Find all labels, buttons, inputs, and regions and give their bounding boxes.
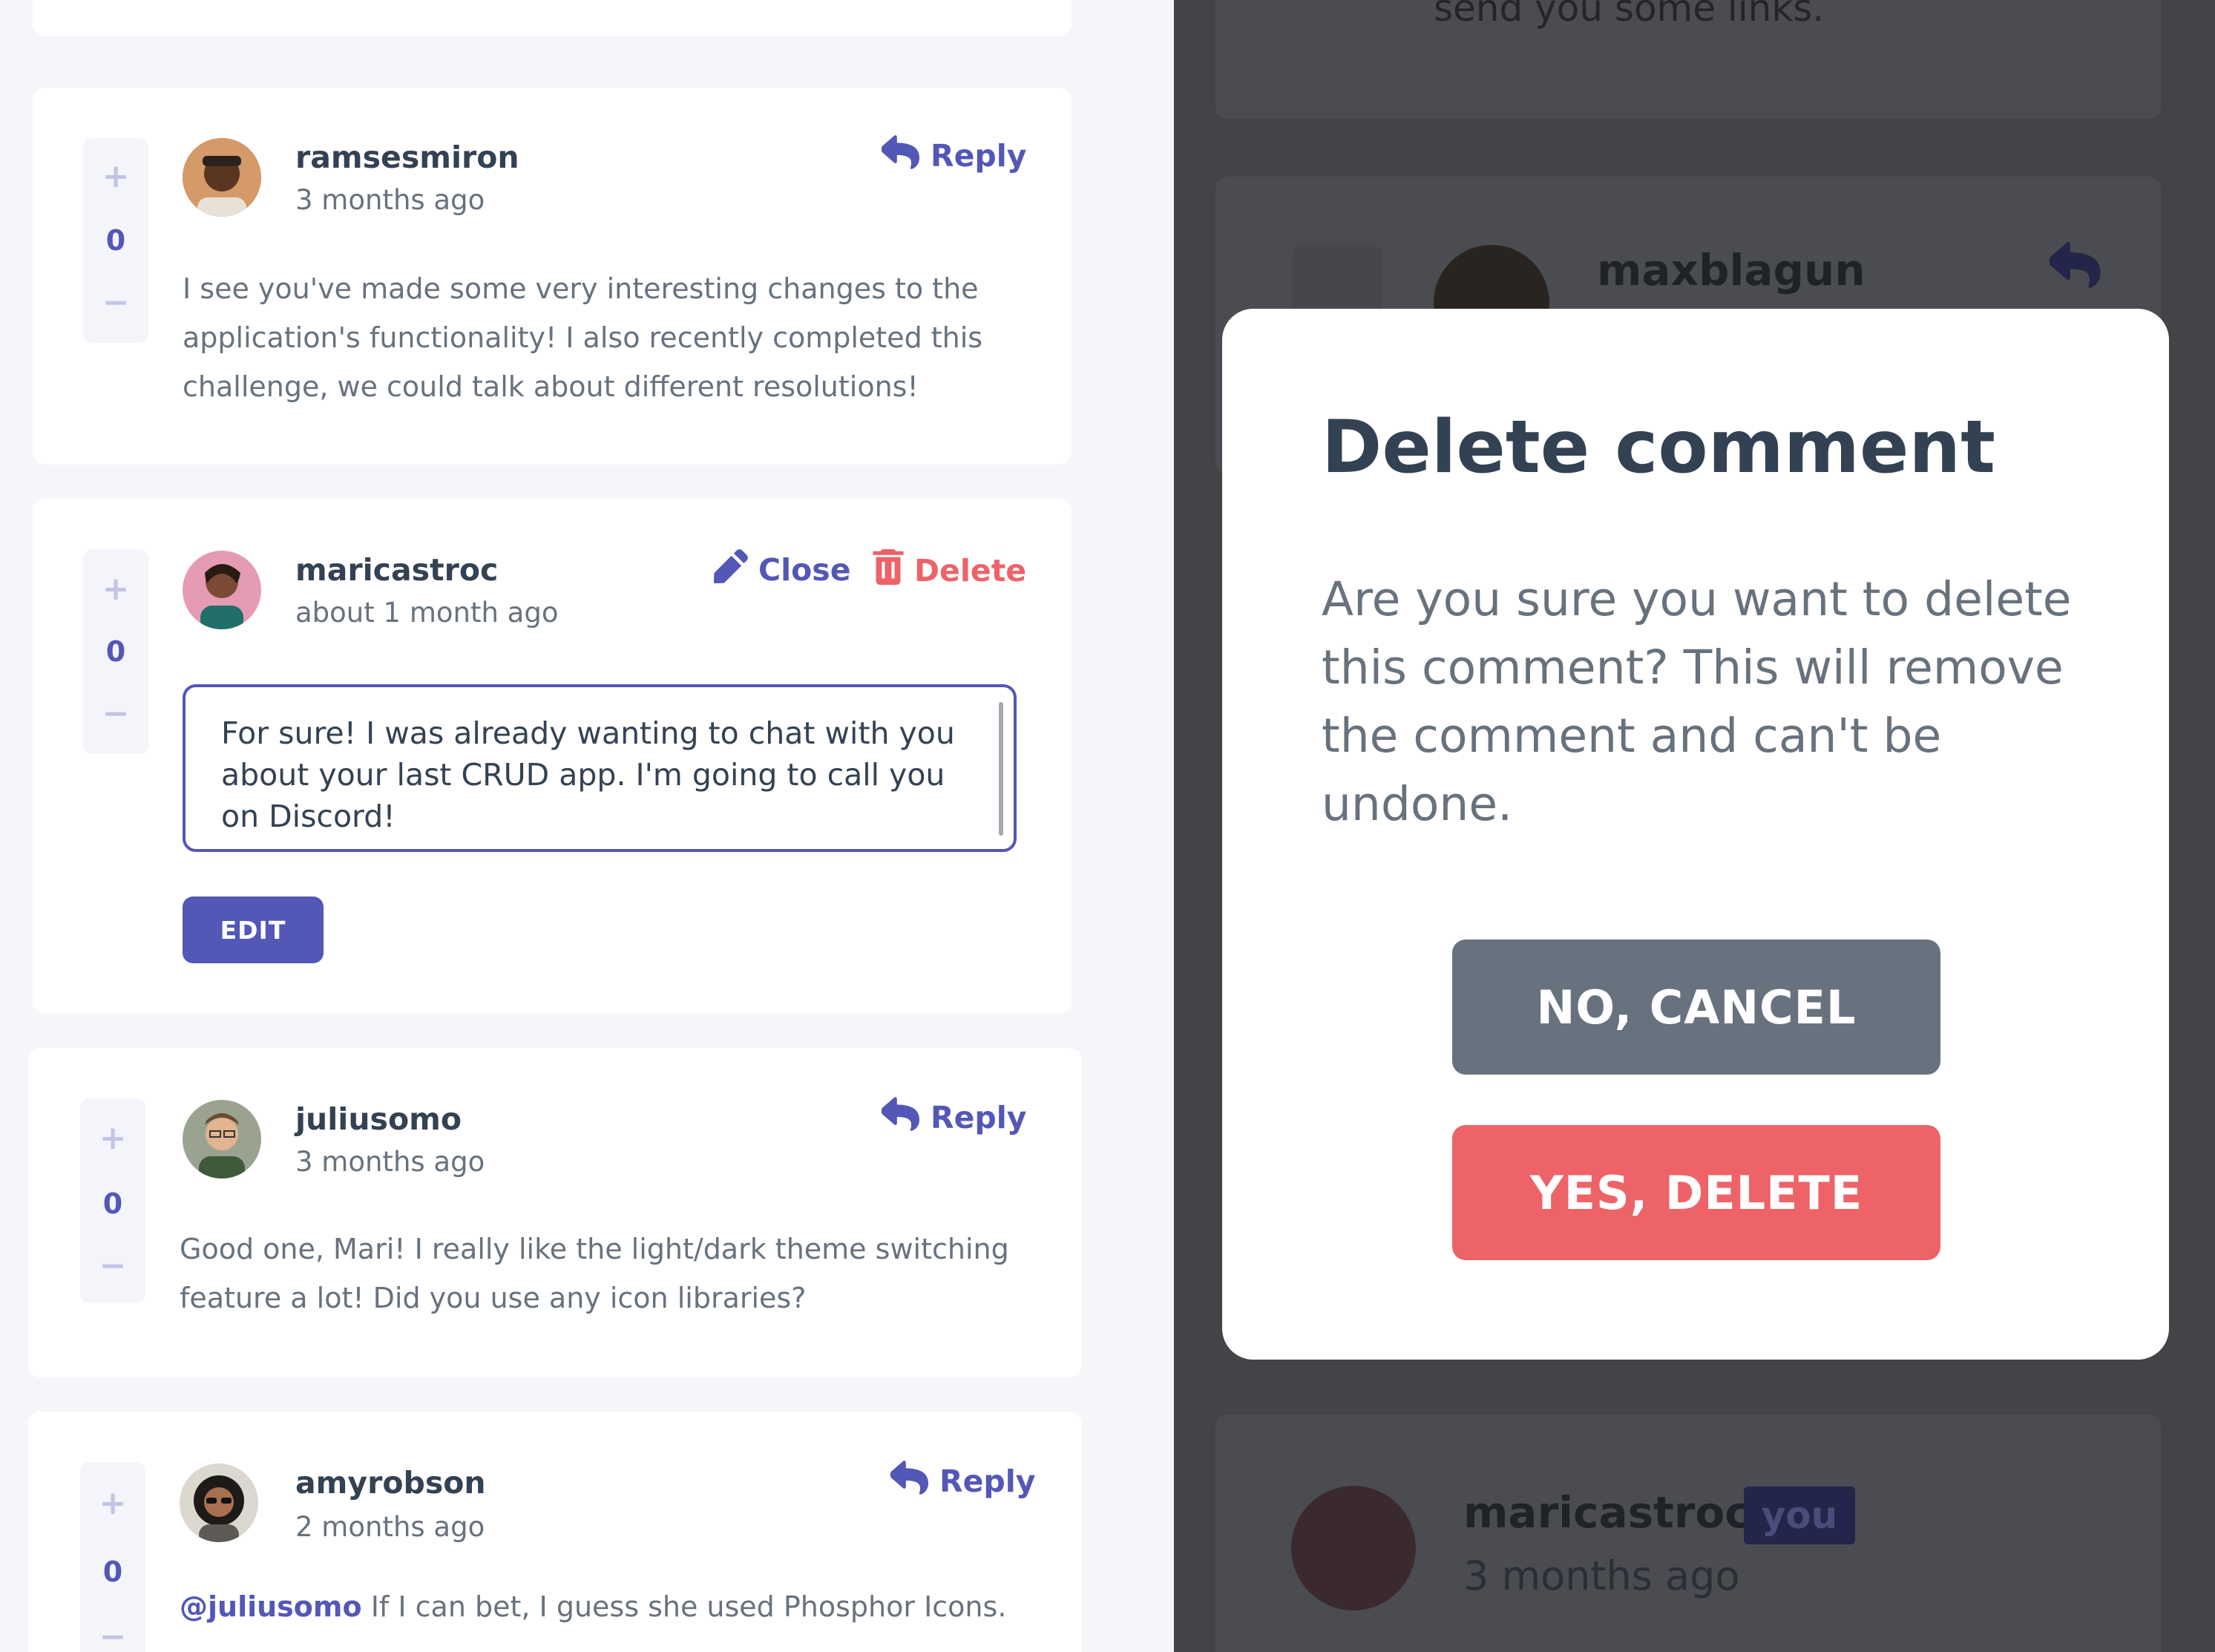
- modal-title: Delete comment: [1322, 405, 1996, 490]
- reply-button[interactable]: Reply: [890, 1461, 1036, 1502]
- reply-label: Reply: [931, 1100, 1027, 1135]
- close-label: Close: [758, 552, 851, 588]
- score-count: 0: [102, 1187, 123, 1220]
- vote-widget: + 0 −: [80, 1098, 145, 1303]
- timestamp: about 1 month ago: [295, 597, 559, 629]
- edit-submit-button[interactable]: EDIT: [183, 897, 324, 963]
- downvote-button[interactable]: −: [83, 698, 148, 730]
- modal-message: Are you sure you want to delete this com…: [1322, 572, 2072, 831]
- avatar[interactable]: [180, 1463, 258, 1542]
- upvote-button[interactable]: +: [83, 160, 148, 193]
- background-timestamp: 3 months ago: [1463, 1553, 1740, 1599]
- background-username: maricastroc: [1463, 1487, 1750, 1538]
- mention-link[interactable]: @juliusomo: [180, 1590, 362, 1623]
- username[interactable]: amyrobson: [295, 1465, 486, 1501]
- score-count: 0: [105, 224, 126, 257]
- avatar[interactable]: [183, 551, 261, 629]
- delete-button[interactable]: Delete: [873, 549, 1026, 592]
- reply-arrow-icon: [881, 135, 920, 177]
- downvote-button[interactable]: −: [83, 286, 148, 319]
- timestamp: 3 months ago: [295, 184, 485, 216]
- username[interactable]: juliusomo: [295, 1101, 462, 1137]
- delete-confirm-modal: Delete comment Are you sure you want to …: [1222, 309, 2169, 1360]
- vote-widget: + 0 −: [83, 549, 148, 754]
- upvote-button[interactable]: +: [80, 1487, 145, 1520]
- close-edit-button[interactable]: Close: [714, 549, 851, 591]
- edit-textarea[interactable]: For sure! I was already wanting to chat …: [183, 684, 1017, 852]
- upvote-button[interactable]: +: [80, 1122, 145, 1155]
- vote-widget: + 0 −: [80, 1462, 145, 1652]
- score-count: 0: [105, 635, 126, 668]
- timestamp: 2 months ago: [295, 1511, 485, 1543]
- comments-panel: + 0 − ramsesmiron 3 months ago Reply I s…: [0, 0, 1174, 1652]
- timestamp: 3 months ago: [295, 1146, 485, 1178]
- score-count: 0: [102, 1556, 123, 1588]
- delete-label: Delete: [914, 553, 1027, 589]
- reply-button[interactable]: Reply: [881, 135, 1027, 177]
- comment-card-partial: [33, 0, 1072, 36]
- comment-text: Good one, Mari! I really like the light/…: [180, 1233, 1009, 1314]
- confirm-delete-button[interactable]: YES, DELETE: [1452, 1125, 1940, 1260]
- avatar[interactable]: [183, 1100, 261, 1179]
- vote-widget: + 0 −: [83, 138, 148, 343]
- comment-text-content: If I can bet, I guess she used Phosphor …: [361, 1590, 1007, 1623]
- downvote-button[interactable]: −: [80, 1250, 145, 1282]
- comment-text: I see you've made some very interesting …: [183, 272, 983, 403]
- background-reply-icon: [2049, 242, 2101, 291]
- downvote-button[interactable]: −: [80, 1621, 145, 1652]
- upvote-button[interactable]: +: [83, 573, 148, 606]
- comment-text: @juliusomo If I can bet, I guess she use…: [180, 1582, 1033, 1631]
- reply-arrow-icon: [890, 1461, 929, 1502]
- background-avatar: [1291, 1486, 1416, 1610]
- background-username: maxblagun: [1597, 245, 1865, 295]
- username[interactable]: maricastroc: [295, 552, 498, 588]
- textarea-scrollbar[interactable]: [999, 702, 1003, 836]
- reply-label: Reply: [939, 1463, 1036, 1499]
- reply-arrow-icon: [881, 1097, 920, 1138]
- avatar[interactable]: [183, 138, 261, 217]
- username[interactable]: ramsesmiron: [295, 140, 519, 175]
- reply-button[interactable]: Reply: [881, 1097, 1027, 1138]
- edit-text: For sure! I was already wanting to chat …: [221, 715, 955, 834]
- you-badge: you: [1744, 1487, 1855, 1544]
- cancel-button[interactable]: NO, CANCEL: [1452, 940, 1940, 1075]
- reply-label: Reply: [931, 138, 1027, 174]
- trash-icon: [873, 549, 904, 592]
- background-comment-text: send you some links.: [1434, 0, 1825, 30]
- pencil-icon: [714, 549, 748, 591]
